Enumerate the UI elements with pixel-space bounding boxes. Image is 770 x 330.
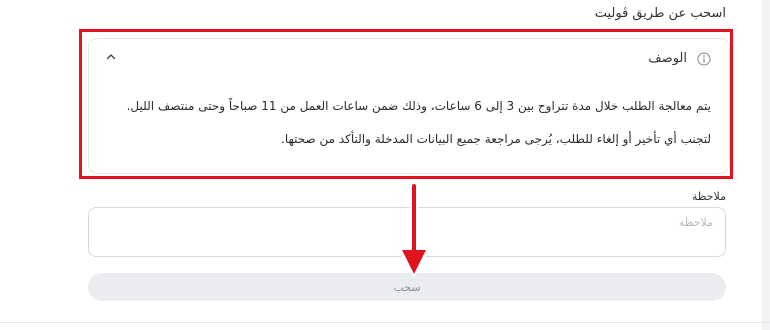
description-text-line-1: يتم معالجة الطلب خلال مدة تتراوح بين 3 إ…: [126, 99, 711, 113]
note-field[interactable]: [88, 207, 726, 257]
info-icon: [697, 51, 711, 66]
description-text-line-2: لتجنب أي تأخير أو إلغاء للطلب، يُرجى مرا…: [281, 132, 711, 146]
section-title: اسحب عن طريق ڤوليت: [594, 6, 726, 21]
description-header[interactable]: الوصف: [648, 51, 711, 66]
note-label: ملاحظة: [691, 190, 726, 203]
withdraw-page: اسحب عن طريق ڤوليت الوصف يتم معالجة الطل…: [0, 0, 770, 330]
description-panel: الوصف يتم معالجة الطلب خلال مدة تتراوح ب…: [88, 38, 730, 174]
description-title: الوصف: [648, 51, 687, 66]
chevron-up-icon[interactable]: [105, 51, 117, 63]
scrollbar-track[interactable]: [762, 0, 770, 330]
withdraw-button[interactable]: سحب: [88, 273, 726, 301]
divider: [0, 322, 770, 323]
